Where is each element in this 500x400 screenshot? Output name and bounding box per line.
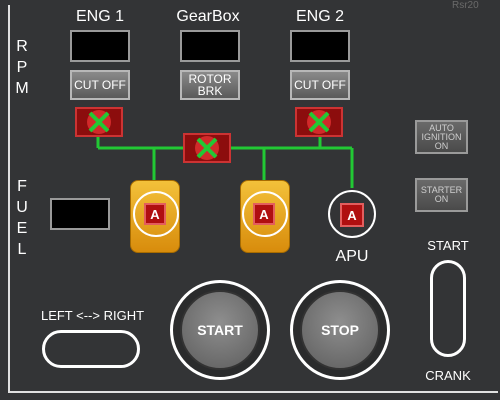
- left-right-selector[interactable]: [42, 330, 140, 368]
- stop-button[interactable]: STOP: [300, 290, 380, 370]
- apu-label: APU: [335, 248, 369, 265]
- starter-button[interactable]: STARTER ON: [415, 178, 468, 212]
- left-right-label: LEFT <--> RIGHT: [40, 308, 145, 323]
- apu-fuel-button[interactable]: A: [340, 203, 364, 227]
- left-fuel-pump-button[interactable]: A: [144, 203, 166, 225]
- start-button[interactable]: START: [180, 290, 260, 370]
- auto-ignition-button[interactable]: AUTO IGNITION ON: [415, 120, 468, 154]
- eng1-fuel-valve[interactable]: [75, 107, 123, 137]
- valve-x-icon: [87, 110, 111, 134]
- start-crank-top-label: START: [427, 238, 469, 253]
- crossfeed-valve[interactable]: [183, 133, 231, 163]
- valve-x-icon: [307, 110, 331, 134]
- start-crank-bottom-label: CRANK: [425, 368, 471, 383]
- right-fuel-pump-button[interactable]: A: [253, 203, 275, 225]
- fuel-quantity-display: [50, 198, 110, 230]
- starter-line2: ON: [434, 194, 449, 204]
- valve-x-icon: [195, 136, 219, 160]
- engine-control-panel: Rsr20 ENG 1 GearBox ENG 2 R P M F U E L …: [0, 0, 500, 400]
- auto-ignition-line3: ON: [434, 140, 449, 151]
- eng2-fuel-valve[interactable]: [295, 107, 343, 137]
- start-crank-switch[interactable]: [430, 260, 466, 357]
